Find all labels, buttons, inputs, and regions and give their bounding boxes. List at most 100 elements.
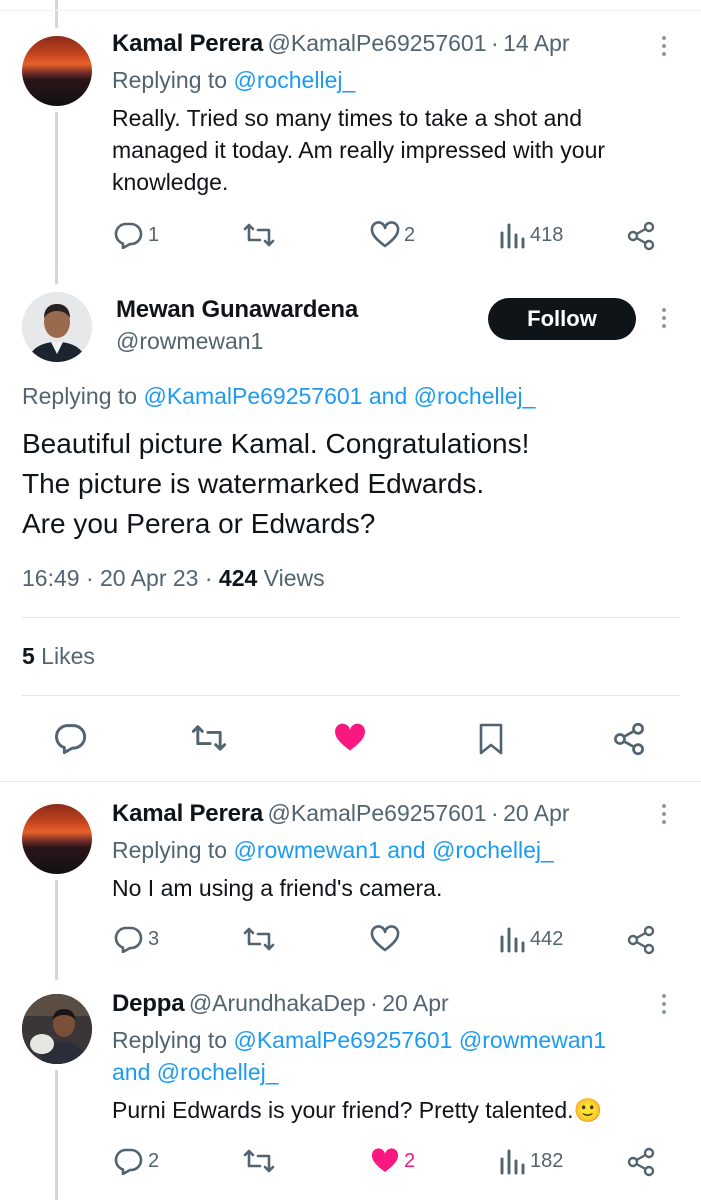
heart-filled-icon bbox=[371, 1148, 399, 1172]
avatar[interactable] bbox=[22, 36, 92, 106]
follow-button[interactable]: Follow bbox=[488, 298, 636, 340]
views-icon bbox=[500, 927, 525, 953]
replying-link[interactable]: @KamalPe69257601 @rowmewan1 bbox=[233, 1027, 606, 1053]
author-name[interactable]: Kamal Perera bbox=[112, 30, 263, 57]
author-handle[interactable]: @ArundhakaDep bbox=[189, 990, 366, 1016]
retweet-button[interactable] bbox=[190, 722, 228, 754]
heart-icon bbox=[370, 221, 400, 248]
replying-link[interactable]: @rowmewan1 and @rochellej_ bbox=[233, 837, 553, 863]
view-count: 418 bbox=[530, 223, 564, 246]
likes-label: Likes bbox=[34, 643, 95, 669]
view-count: 182 bbox=[530, 1149, 564, 1172]
replying-prefix: Replying to bbox=[112, 837, 228, 863]
author-handle[interactable]: @KamalPe69257601 bbox=[268, 800, 487, 826]
reply-button[interactable]: 3 bbox=[112, 925, 159, 953]
tweet-actions: 2 2 182 bbox=[112, 1143, 672, 1179]
tweet-date[interactable]: 20 Apr bbox=[382, 990, 449, 1016]
tweet-text: Purni Edwards is your friend? Pretty tal… bbox=[112, 1094, 602, 1126]
share-button[interactable] bbox=[626, 1147, 656, 1177]
tweet-text: Beautiful picture Kamal. Congratulations… bbox=[22, 424, 529, 544]
reply-button[interactable]: 2 bbox=[112, 1147, 159, 1175]
person-avatar-icon bbox=[22, 994, 92, 1064]
tweet-date[interactable]: 20 Apr bbox=[503, 800, 570, 826]
views-button[interactable]: 418 bbox=[498, 221, 563, 249]
retweet-icon bbox=[243, 927, 275, 951]
replying-prefix: Replying to bbox=[112, 1027, 228, 1053]
views-label: Views bbox=[257, 565, 325, 591]
more-options-icon[interactable] bbox=[662, 804, 668, 828]
avatar[interactable] bbox=[22, 292, 92, 362]
share-button[interactable] bbox=[626, 925, 656, 955]
tweet-text-line: No I am using a friend's camera. bbox=[112, 875, 443, 901]
tweet-text: No I am using a friend's camera. bbox=[112, 872, 442, 904]
views-button[interactable]: 182 bbox=[498, 1147, 563, 1175]
bookmark-button[interactable] bbox=[476, 722, 506, 756]
like-button[interactable] bbox=[332, 722, 368, 754]
views-icon bbox=[500, 1149, 525, 1175]
share-button[interactable] bbox=[612, 722, 646, 756]
share-button[interactable] bbox=[626, 221, 656, 251]
reply-button[interactable]: 1 bbox=[112, 221, 159, 249]
tweet-meta: 16:49 · 20 Apr 23 · 424 Views bbox=[22, 565, 325, 592]
retweet-button[interactable] bbox=[242, 925, 276, 953]
replying-link[interactable]: and @rochellej_ bbox=[112, 1056, 606, 1088]
like-button[interactable]: 2 bbox=[370, 221, 415, 249]
thread-line bbox=[55, 1070, 58, 1200]
likes-summary[interactable]: 5 Likes bbox=[22, 643, 95, 670]
tweet-date[interactable]: 14 Apr bbox=[503, 30, 570, 56]
more-options-icon[interactable] bbox=[662, 994, 668, 1018]
avatar[interactable] bbox=[22, 994, 92, 1064]
retweet-button[interactable] bbox=[242, 221, 276, 249]
tweet-text-line: The picture is watermarked Edwards. bbox=[22, 468, 485, 499]
thread-line bbox=[55, 112, 58, 284]
retweet-icon bbox=[243, 223, 275, 247]
tweet-text-line: Beautiful picture Kamal. Congratulations… bbox=[22, 428, 530, 459]
reply-icon bbox=[114, 1148, 143, 1175]
replying-to: Replying to @KamalPe69257601 and @rochel… bbox=[22, 380, 535, 412]
author-handle[interactable]: @rowmewan1 bbox=[116, 328, 263, 355]
views-count: 424 bbox=[218, 565, 258, 591]
retweet-icon bbox=[243, 1149, 275, 1173]
author-name[interactable]: Deppa bbox=[112, 990, 185, 1017]
reply-icon bbox=[114, 926, 143, 953]
more-options-icon[interactable] bbox=[662, 36, 668, 60]
views-button[interactable]: 442 bbox=[498, 925, 563, 953]
divider bbox=[0, 781, 701, 782]
likes-count: 5 bbox=[22, 643, 35, 669]
more-options-icon[interactable] bbox=[662, 308, 668, 332]
bookmark-icon bbox=[479, 723, 503, 755]
replying-link[interactable]: @rochellej_ bbox=[233, 67, 355, 93]
reply-icon bbox=[114, 222, 143, 249]
share-icon bbox=[614, 722, 644, 756]
view-count: 442 bbox=[530, 927, 564, 950]
replying-prefix: Replying to bbox=[22, 383, 138, 409]
tweet-time[interactable]: 16:49 · 20 Apr 23 · bbox=[22, 565, 219, 591]
top-divider bbox=[0, 10, 701, 11]
share-icon bbox=[627, 1147, 655, 1177]
author-handle[interactable]: @KamalPe69257601 bbox=[268, 30, 487, 56]
tweet-actions: 1 2 418 bbox=[112, 217, 672, 253]
retweet-button[interactable] bbox=[242, 1147, 276, 1175]
author-name[interactable]: Mewan Gunawardena bbox=[116, 296, 358, 324]
divider bbox=[22, 617, 680, 618]
replying-to: Replying to @rowmewan1 and @rochellej_ bbox=[112, 834, 554, 866]
like-button[interactable]: 2 bbox=[370, 1147, 415, 1175]
author-name[interactable]: Kamal Perera bbox=[112, 800, 263, 827]
tweet-text-line: Really. Tried so many times to take a sh… bbox=[112, 105, 583, 131]
reply-count: 2 bbox=[148, 1149, 160, 1172]
replying-prefix: Replying to bbox=[112, 67, 228, 93]
replying-to: Replying to @rochellej_ bbox=[112, 64, 355, 96]
tweet-actions: 3 442 bbox=[112, 921, 672, 957]
tweet-text-line: knowledge. bbox=[112, 169, 229, 195]
replying-link[interactable]: @KamalPe69257601 and @rochellej_ bbox=[143, 383, 535, 409]
reply-button[interactable] bbox=[52, 722, 88, 754]
tweet-text-line: managed it today. Am really impressed wi… bbox=[112, 137, 606, 163]
thread-line bbox=[55, 880, 58, 980]
avatar[interactable] bbox=[22, 804, 92, 874]
thread-line bbox=[55, 0, 58, 28]
reply-count: 1 bbox=[148, 223, 160, 246]
separator: · bbox=[490, 30, 499, 56]
separator: · bbox=[370, 990, 378, 1016]
views-icon bbox=[500, 223, 525, 249]
like-button[interactable] bbox=[370, 925, 400, 953]
